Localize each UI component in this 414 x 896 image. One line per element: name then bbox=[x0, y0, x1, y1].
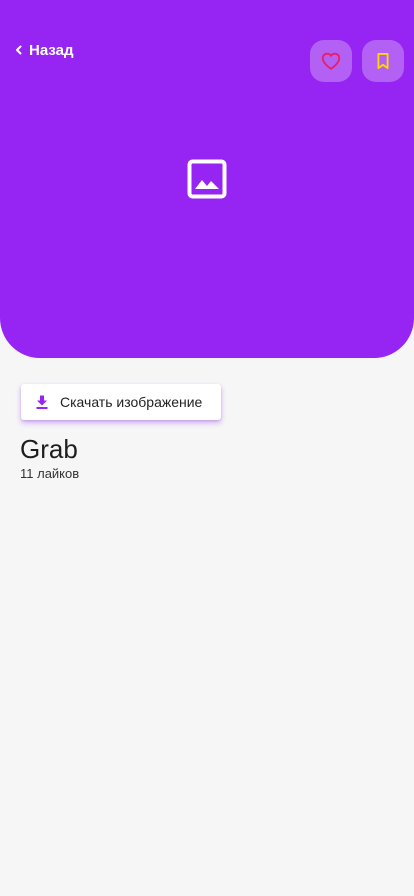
back-label: Назад bbox=[29, 41, 74, 59]
chevron-left-icon bbox=[16, 45, 22, 55]
download-image-button[interactable]: Скачать изображение bbox=[21, 384, 221, 420]
bookmark-button[interactable] bbox=[362, 40, 404, 82]
bookmark-outline-icon bbox=[377, 53, 389, 70]
like-button[interactable] bbox=[310, 40, 352, 82]
likes-count: 11 лайков bbox=[20, 466, 80, 481]
image-icon bbox=[187, 159, 227, 199]
image-title: Grab bbox=[20, 434, 78, 464]
download-label: Скачать изображение bbox=[60, 394, 203, 410]
photo-detail-screen: Назад Скачать изображение Grab 11 лайков bbox=[0, 0, 414, 896]
back-button[interactable]: Назад bbox=[13, 40, 73, 60]
image-header: Назад bbox=[0, 0, 414, 358]
download-icon bbox=[36, 395, 48, 409]
heart-outline-icon bbox=[321, 52, 341, 70]
